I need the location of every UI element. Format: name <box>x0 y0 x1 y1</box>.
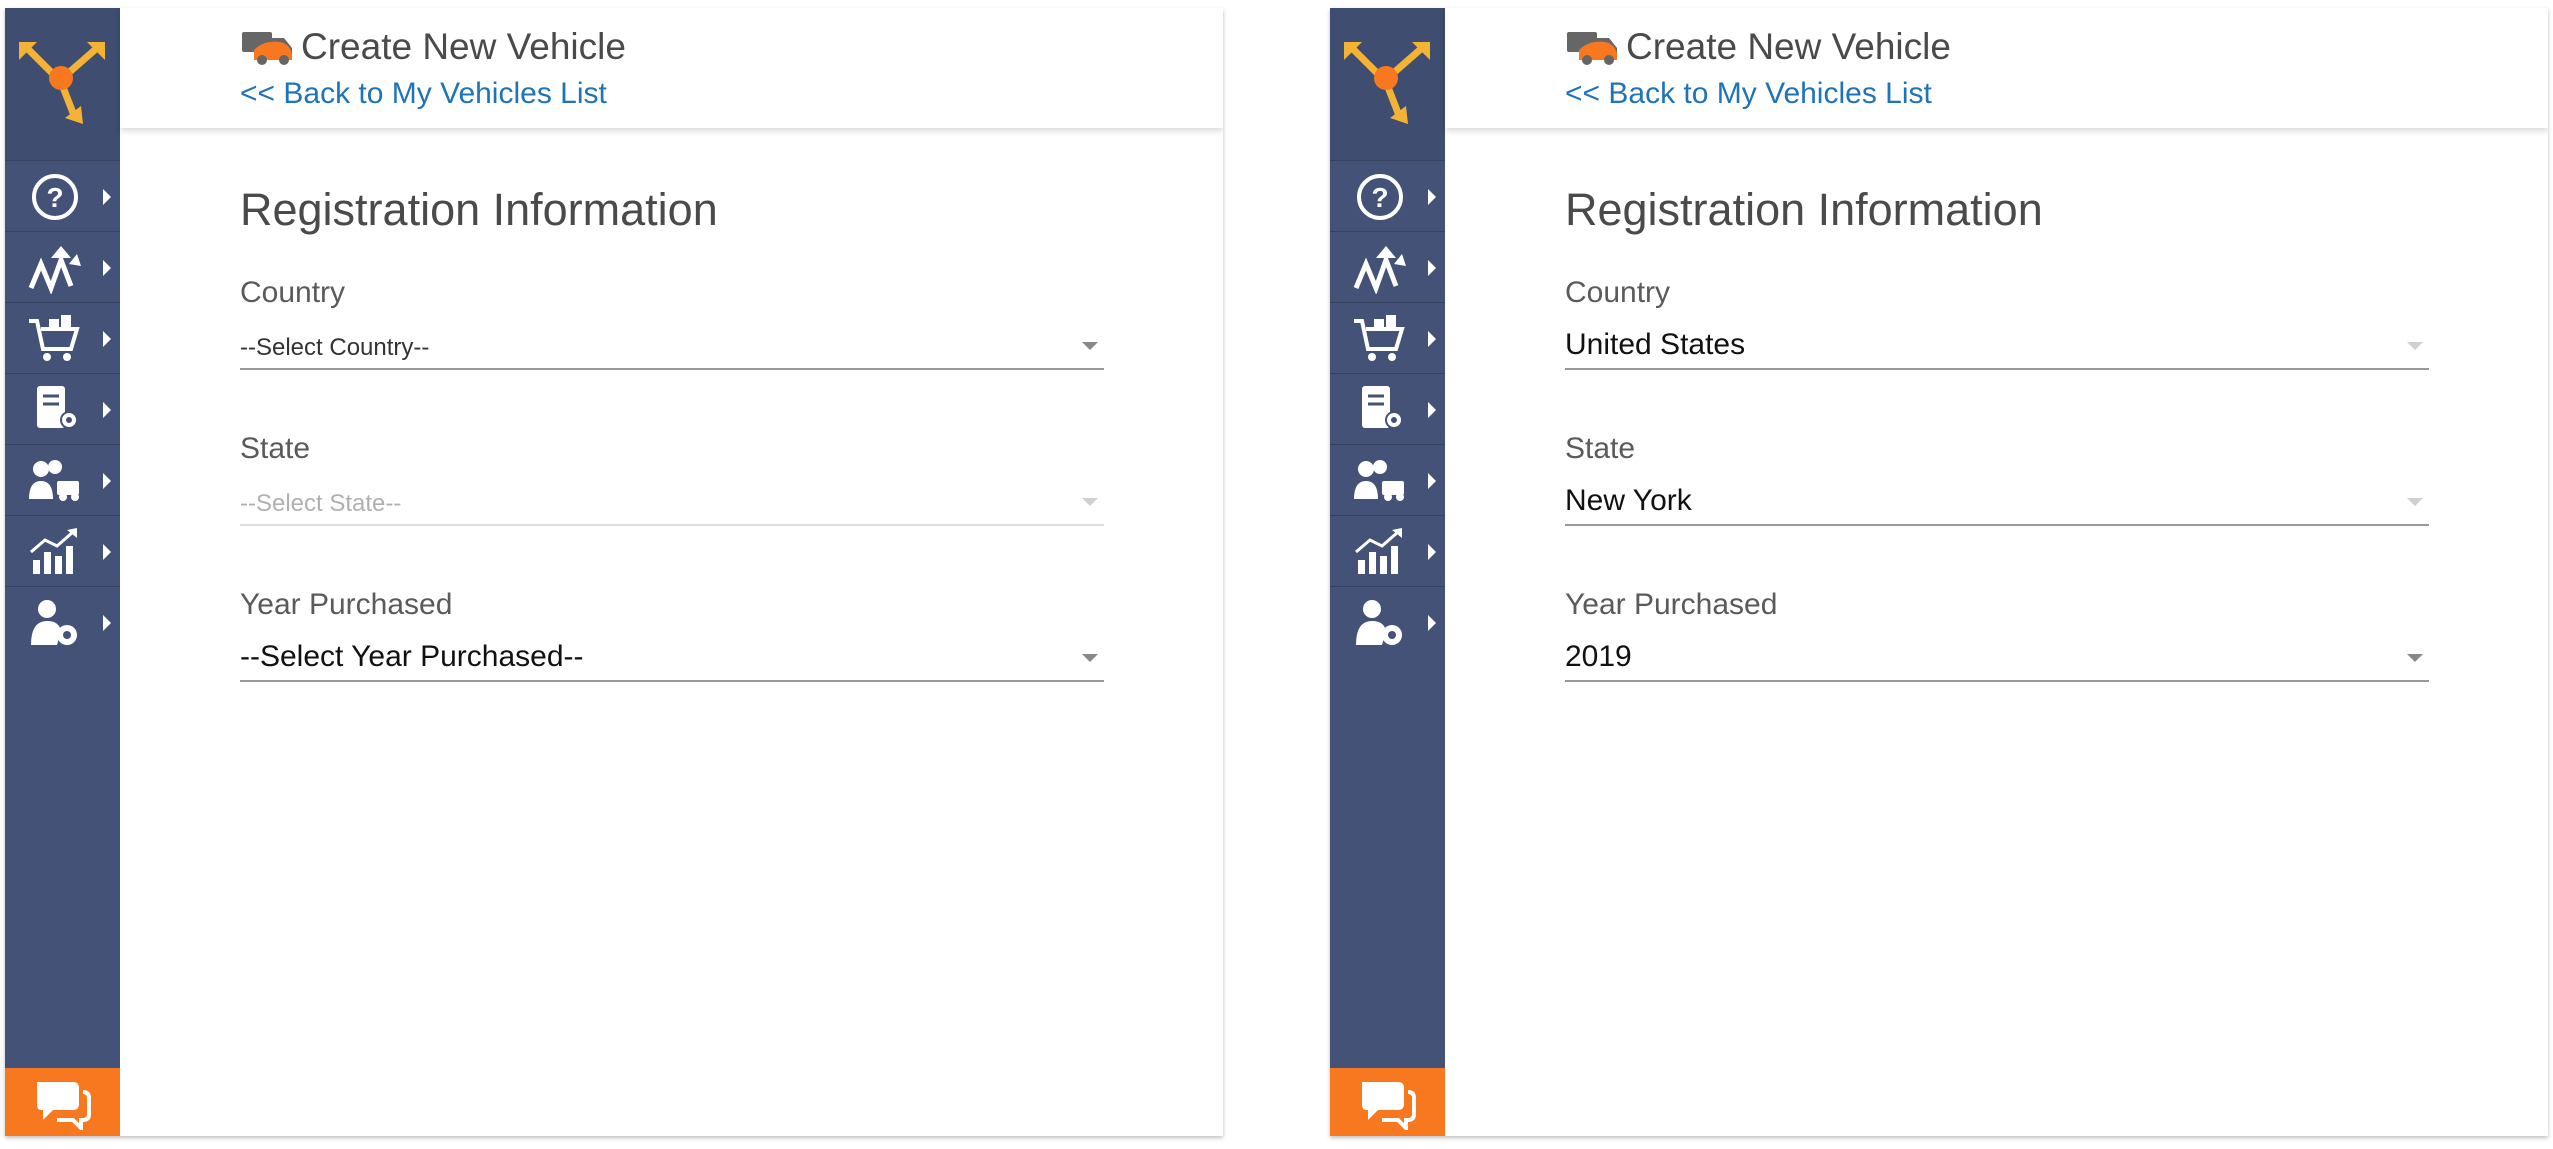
back-to-vehicles-link[interactable]: << Back to My Vehicles List <box>1565 77 1932 111</box>
state-select-value: --Select State-- <box>240 490 402 517</box>
nav-address-book[interactable] <box>1330 373 1445 444</box>
chevron-down-icon <box>1082 342 1098 350</box>
svg-text:?: ? <box>46 182 63 213</box>
user-settings-icon <box>31 600 77 645</box>
chevron-down-icon <box>1082 654 1098 662</box>
chevron-right-icon <box>1428 402 1436 418</box>
chat-icon <box>1362 1082 1416 1130</box>
vehicle-truck-icon <box>242 32 292 65</box>
chevron-right-icon <box>1428 544 1436 560</box>
shopping-cart-icon <box>29 315 80 361</box>
team-vehicle-icon <box>1354 460 1404 501</box>
chevron-right-icon <box>103 473 111 489</box>
year-purchased-label: Year Purchased <box>1565 588 1778 621</box>
year-purchased-label: Year Purchased <box>240 588 453 621</box>
chat-icon <box>37 1082 91 1130</box>
team-vehicle-icon <box>29 460 79 501</box>
chevron-right-icon <box>1428 189 1436 205</box>
chevron-right-icon <box>103 331 111 347</box>
chevron-right-icon <box>103 402 111 418</box>
state-select[interactable]: --Select State-- <box>240 482 1104 526</box>
country-label: Country <box>1565 276 1671 309</box>
chevron-right-icon <box>1428 615 1436 631</box>
section-title: Registration Information <box>240 184 718 235</box>
nav-routes[interactable] <box>1330 231 1445 302</box>
country-select[interactable]: United States <box>1565 326 2429 370</box>
address-book-icon <box>1362 386 1403 429</box>
chevron-down-icon <box>2407 498 2423 506</box>
state-select-value: New York <box>1565 484 1692 517</box>
vehicle-form-panel-filled: ? Create New Vehicle << Back to My Vehic… <box>1330 8 2548 1136</box>
chevron-right-icon <box>103 544 111 560</box>
logo[interactable] <box>5 8 120 160</box>
help-icon: ? <box>1357 174 1403 220</box>
help-icon: ? <box>32 174 78 220</box>
nav-routes[interactable] <box>5 231 120 302</box>
nav-address-book[interactable] <box>5 373 120 444</box>
country-select-value: --Select Country-- <box>240 334 430 361</box>
analytics-chart-icon <box>1355 528 1402 574</box>
chevron-down-icon <box>1082 498 1098 506</box>
nav-analytics[interactable] <box>1330 515 1445 586</box>
logo[interactable] <box>1330 8 1445 160</box>
state-label: State <box>1565 432 1636 465</box>
country-label: Country <box>240 276 346 309</box>
country-select-value: United States <box>1565 328 1746 361</box>
nav-orders[interactable] <box>5 302 120 373</box>
year-purchased-select-value: 2019 <box>1565 640 1632 673</box>
chevron-right-icon <box>103 189 111 205</box>
chevron-right-icon <box>1428 260 1436 276</box>
nav-orders[interactable] <box>1330 302 1445 373</box>
chevron-right-icon <box>103 260 111 276</box>
address-book-icon <box>37 386 78 429</box>
vehicle-truck-icon <box>1567 32 1617 65</box>
analytics-chart-icon <box>30 528 77 574</box>
page-header: Create New Vehicle << Back to My Vehicle… <box>120 8 1223 128</box>
state-select[interactable]: New York <box>1565 482 2429 526</box>
country-select[interactable]: --Select Country-- <box>240 326 1104 370</box>
nav-user-settings[interactable] <box>5 586 120 657</box>
user-settings-icon <box>1356 600 1402 645</box>
route-optimize-icon <box>1353 246 1406 294</box>
shopping-cart-icon <box>1354 315 1405 361</box>
chevron-right-icon <box>1428 473 1436 489</box>
sidebar: ? <box>5 8 120 1136</box>
year-purchased-select[interactable]: --Select Year Purchased-- <box>240 638 1104 682</box>
nav-help[interactable]: ? <box>1330 160 1445 231</box>
route4me-logo-icon <box>1344 42 1430 124</box>
nav-help[interactable]: ? <box>5 160 120 231</box>
year-purchased-select[interactable]: 2019 <box>1565 638 2429 682</box>
section-title: Registration Information <box>1565 184 2043 235</box>
svg-text:?: ? <box>1371 182 1388 213</box>
chevron-right-icon <box>103 615 111 631</box>
sidebar: ? <box>1330 8 1445 1136</box>
page-title: Create New Vehicle <box>1626 26 1951 67</box>
chevron-down-icon <box>2407 342 2423 350</box>
chevron-right-icon <box>1428 331 1436 347</box>
nav-team-vehicles[interactable] <box>1330 444 1445 515</box>
chat-button[interactable] <box>1330 1068 1445 1136</box>
nav-analytics[interactable] <box>5 515 120 586</box>
vehicle-form-panel-empty: ? Create New Vehicle << Back to My Vehic… <box>5 8 1223 1136</box>
year-purchased-select-value: --Select Year Purchased-- <box>240 640 584 673</box>
route-optimize-icon <box>28 246 81 294</box>
back-to-vehicles-link[interactable]: << Back to My Vehicles List <box>240 77 607 111</box>
chevron-down-icon <box>2407 654 2423 662</box>
chat-button[interactable] <box>5 1068 120 1136</box>
route4me-logo-icon <box>19 42 105 124</box>
state-label: State <box>240 432 311 465</box>
page-header: Create New Vehicle << Back to My Vehicle… <box>1445 8 2548 128</box>
nav-team-vehicles[interactable] <box>5 444 120 515</box>
page-title: Create New Vehicle <box>301 26 626 67</box>
nav-user-settings[interactable] <box>1330 586 1445 657</box>
